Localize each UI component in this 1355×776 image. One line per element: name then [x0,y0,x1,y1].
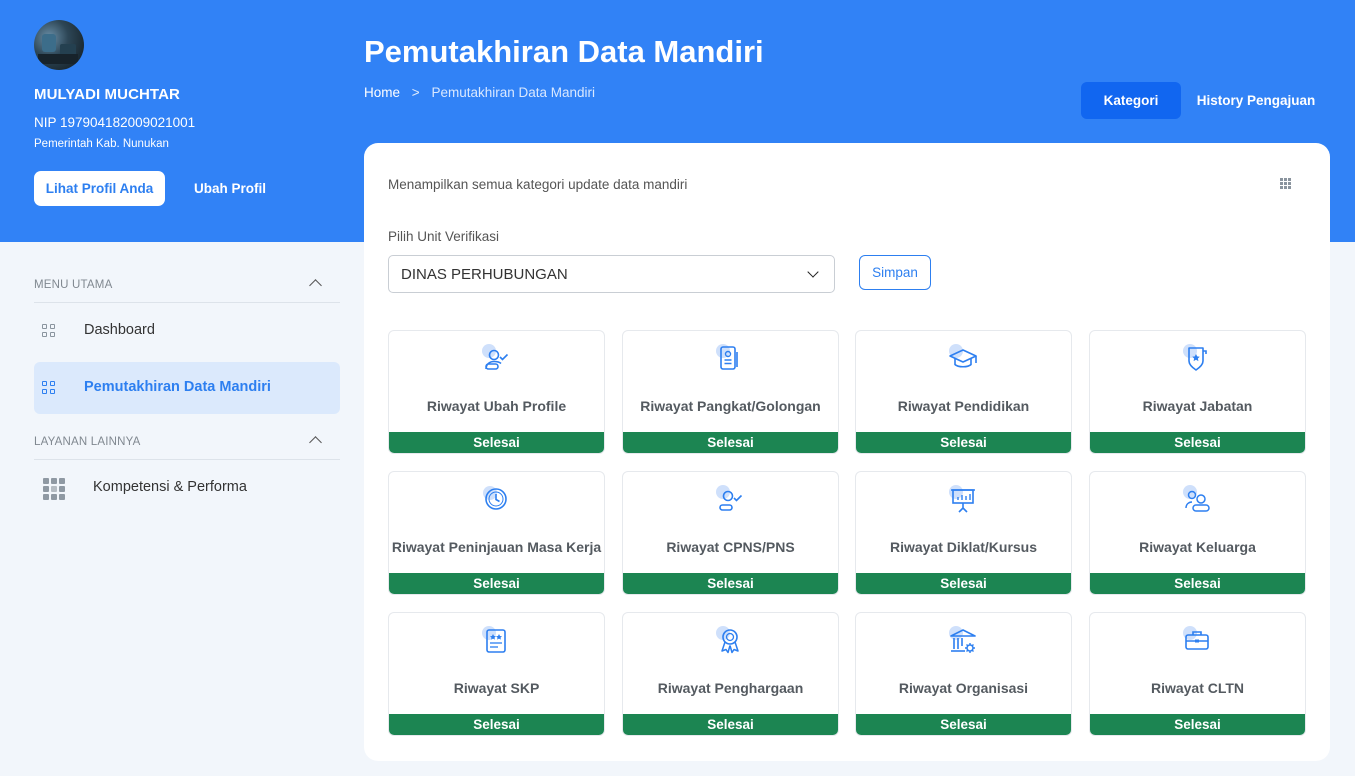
unit-verification-label: Pilih Unit Verifikasi [388,229,500,244]
clock-icon [483,486,507,510]
graduation-cap-icon [949,344,977,368]
view-profile-button[interactable]: Lihat Profil Anda [34,171,165,206]
user-check-icon [716,485,743,511]
tab-history-pengajuan[interactable]: History Pengajuan [1192,82,1320,119]
avatar[interactable] [34,20,84,70]
category-title: Riwayat Diklat/Kursus [889,539,1038,555]
status-badge: Selesai [623,573,838,594]
category-title: Riwayat Jabatan [1142,398,1253,414]
category-tile-organisasi[interactable]: Riwayat Organisasi Selesai [855,612,1072,736]
status-badge: Selesai [1090,573,1305,594]
menu-section-main[interactable]: MENU UTAMA [34,279,340,303]
grid-icon [42,381,56,395]
status-badge: Selesai [856,432,1071,453]
menu-section-other[interactable]: LAYANAN LAINNYA [34,436,340,460]
category-tile-skp[interactable]: Riwayat SKP Selesai [388,612,605,736]
save-button[interactable]: Simpan [859,255,931,290]
category-tile-pangkat[interactable]: Riwayat Pangkat/Golongan Selesai [622,330,839,454]
category-tile-diklat[interactable]: Riwayat Diklat/Kursus Selesai [855,471,1072,595]
sidebar-item-label: Dashboard [84,322,155,338]
status-badge: Selesai [856,573,1071,594]
status-badge: Selesai [389,714,604,735]
status-badge: Selesai [623,714,838,735]
breadcrumb-current: Pemutakhiran Data Mandiri [431,85,596,100]
sidebar-item-pemutakhiran[interactable]: Pemutakhiran Data Mandiri [34,362,340,414]
user-organization: Pemerintah Kab. Nunukan [34,138,169,150]
certificate-icon [482,626,506,653]
award-ribbon-icon [716,626,739,654]
category-title: Riwayat Ubah Profile [426,398,567,414]
menu-section-title: MENU UTAMA [34,279,113,291]
status-badge: Selesai [1090,432,1305,453]
category-tile-keluarga[interactable]: Riwayat Keluarga Selesai [1089,471,1306,595]
category-title: Riwayat Pendidikan [897,398,1030,414]
category-title: Riwayat Organisasi [898,680,1029,696]
badge-shield-icon [1183,344,1207,371]
chevron-up-icon[interactable] [309,279,322,292]
menu-section-title: LAYANAN LAINNYA [34,436,141,448]
category-tile-pendidikan[interactable]: Riwayat Pendidikan Selesai [855,330,1072,454]
sidebar-item-label: Kompetensi & Performa [93,479,247,495]
apps-icon[interactable] [1280,178,1292,190]
building-gear-icon [949,626,976,653]
category-title: Riwayat CPNS/PNS [666,539,795,555]
category-title: Riwayat SKP [453,680,540,696]
status-badge: Selesai [623,432,838,453]
breadcrumb: Home > Pemutakhiran Data Mandiri [364,85,595,100]
breadcrumb-separator: > [411,85,420,100]
id-card-icon [716,344,738,370]
unit-selected-value: DINAS PERHUBUNGAN [401,266,568,283]
chevron-up-icon[interactable] [309,436,322,449]
user-check-icon [482,344,509,370]
chevron-down-icon [807,266,819,278]
unit-verification-select[interactable]: DINAS PERHUBUNGAN [388,255,835,293]
category-tile-jabatan[interactable]: Riwayat Jabatan Selesai [1089,330,1306,454]
grid-icon [42,324,56,338]
user-nip: NIP 197904182009021001 [34,115,196,130]
category-title: Riwayat Peninjauan Masa Kerja [391,539,602,555]
edit-profile-button[interactable]: Ubah Profil [181,171,279,206]
status-badge: Selesai [1090,714,1305,735]
category-tile-masa-kerja[interactable]: Riwayat Peninjauan Masa Kerja Selesai [388,471,605,595]
category-title: Riwayat Pangkat/Golongan [640,398,821,414]
breadcrumb-home[interactable]: Home [364,85,400,100]
status-badge: Selesai [389,432,604,453]
status-badge: Selesai [856,714,1071,735]
category-card: Menampilkan semua kategori update data m… [364,143,1330,761]
page-title: Pemutakhiran Data Mandiri [364,34,764,69]
status-badge: Selesai [389,573,604,594]
category-tile-cpns-pns[interactable]: Riwayat CPNS/PNS Selesai [622,471,839,595]
sidebar-item-label: Pemutakhiran Data Mandiri [84,379,271,395]
category-tile-ubah-profile[interactable]: Riwayat Ubah Profile Selesai [388,330,605,454]
category-tile-penghargaan[interactable]: Riwayat Penghargaan Selesai [622,612,839,736]
card-description: Menampilkan semua kategori update data m… [388,177,688,192]
presentation-board-icon [949,485,975,513]
category-title: Riwayat CLTN [1150,680,1245,696]
user-name: MULYADI MUCHTAR [34,86,180,103]
category-title: Riwayat Keluarga [1139,539,1256,555]
family-users-icon [1183,485,1210,512]
apps-grid-icon [43,478,65,500]
tab-kategori[interactable]: Kategori [1081,82,1181,119]
sidebar-item-dashboard[interactable]: Dashboard [34,305,340,357]
category-title: Riwayat Penghargaan [657,680,804,696]
briefcase-icon [1183,626,1209,650]
category-tile-cltn[interactable]: Riwayat CLTN Selesai [1089,612,1306,736]
sidebar-item-kompetensi[interactable]: Kompetensi & Performa [34,462,340,514]
